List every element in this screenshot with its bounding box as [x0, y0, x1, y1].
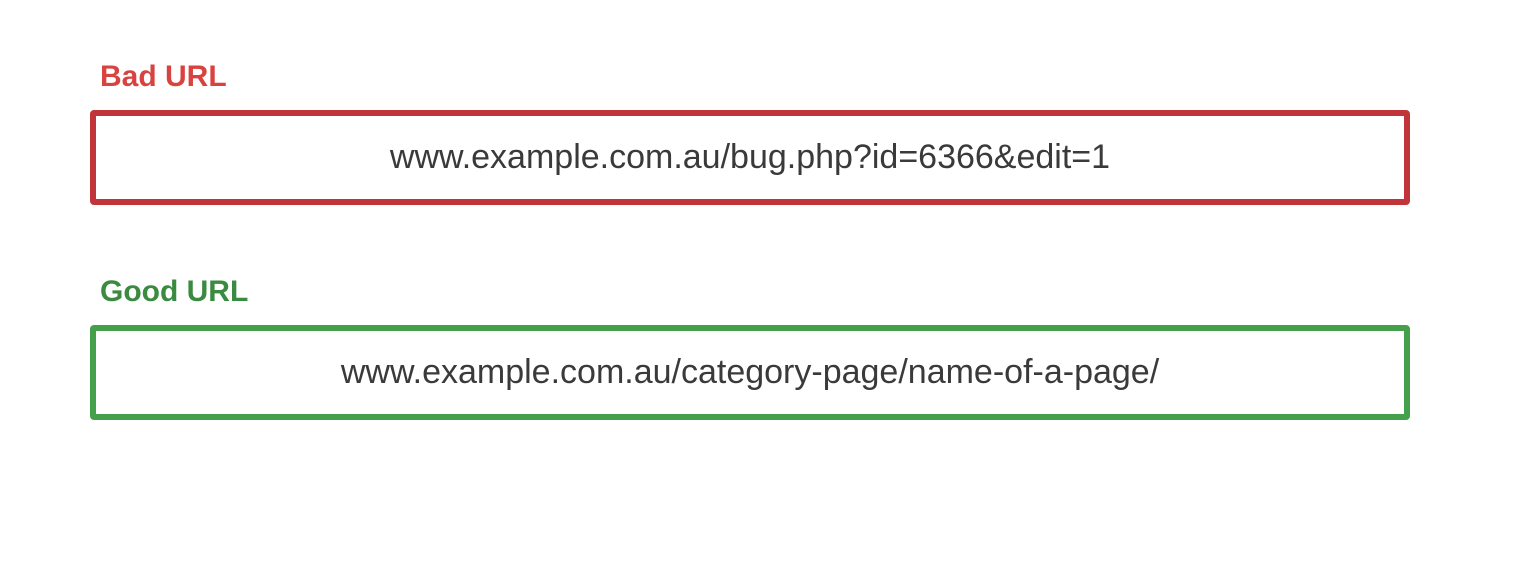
good-url-text: www.example.com.au/category-page/name-of…: [341, 353, 1159, 391]
bad-url-box: www.example.com.au/bug.php?id=6366&edit=…: [90, 110, 1410, 205]
bad-url-section: Bad URL www.example.com.au/bug.php?id=63…: [90, 60, 1442, 205]
good-url-section: Good URL www.example.com.au/category-pag…: [90, 275, 1442, 420]
good-url-box: www.example.com.au/category-page/name-of…: [90, 325, 1410, 420]
good-url-label: Good URL: [100, 275, 1442, 309]
bad-url-label: Bad URL: [100, 60, 1442, 94]
bad-url-text: www.example.com.au/bug.php?id=6366&edit=…: [390, 138, 1110, 176]
